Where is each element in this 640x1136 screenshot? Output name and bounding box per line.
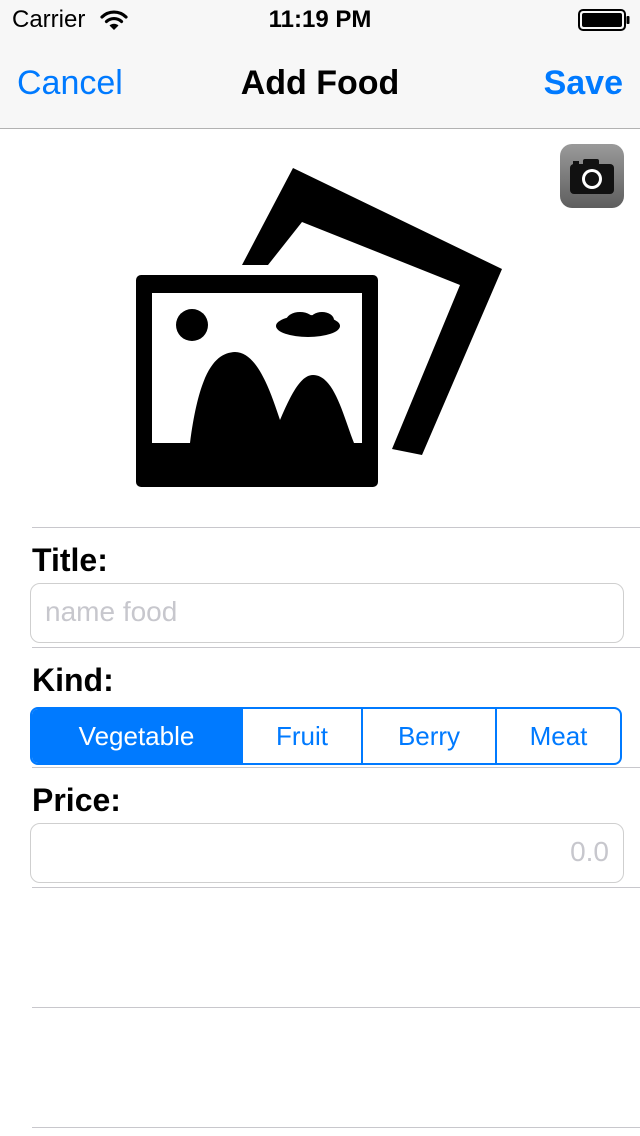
save-button[interactable]: Save xyxy=(544,64,623,103)
title-input[interactable]: name food xyxy=(30,583,624,643)
camera-icon xyxy=(570,159,614,194)
separator xyxy=(32,1007,640,1008)
kind-segment-vegetable[interactable]: Vegetable xyxy=(32,709,243,763)
camera-button[interactable] xyxy=(560,144,624,208)
kind-segmented-control: Vegetable Fruit Berry Meat xyxy=(30,707,622,765)
battery-icon xyxy=(578,9,630,31)
title-label: Title: xyxy=(32,542,108,578)
status-time: 11:19 PM xyxy=(268,6,372,33)
kind-segment-berry[interactable]: Berry xyxy=(363,709,497,763)
kind-segment-fruit[interactable]: Fruit xyxy=(243,709,363,763)
navigation-bar: Cancel Add Food Save xyxy=(0,40,640,129)
separator xyxy=(32,647,640,648)
separator xyxy=(32,767,640,768)
photo-placeholder-icon[interactable] xyxy=(130,165,510,495)
status-bar: Carrier 11:19 PM xyxy=(0,0,640,40)
separator xyxy=(32,527,640,528)
price-input[interactable]: 0.0 xyxy=(30,823,624,883)
kind-segment-meat[interactable]: Meat xyxy=(497,709,620,763)
separator xyxy=(32,887,640,888)
price-label: Price: xyxy=(32,782,121,818)
separator xyxy=(32,1127,640,1128)
kind-label: Kind: xyxy=(32,662,114,698)
